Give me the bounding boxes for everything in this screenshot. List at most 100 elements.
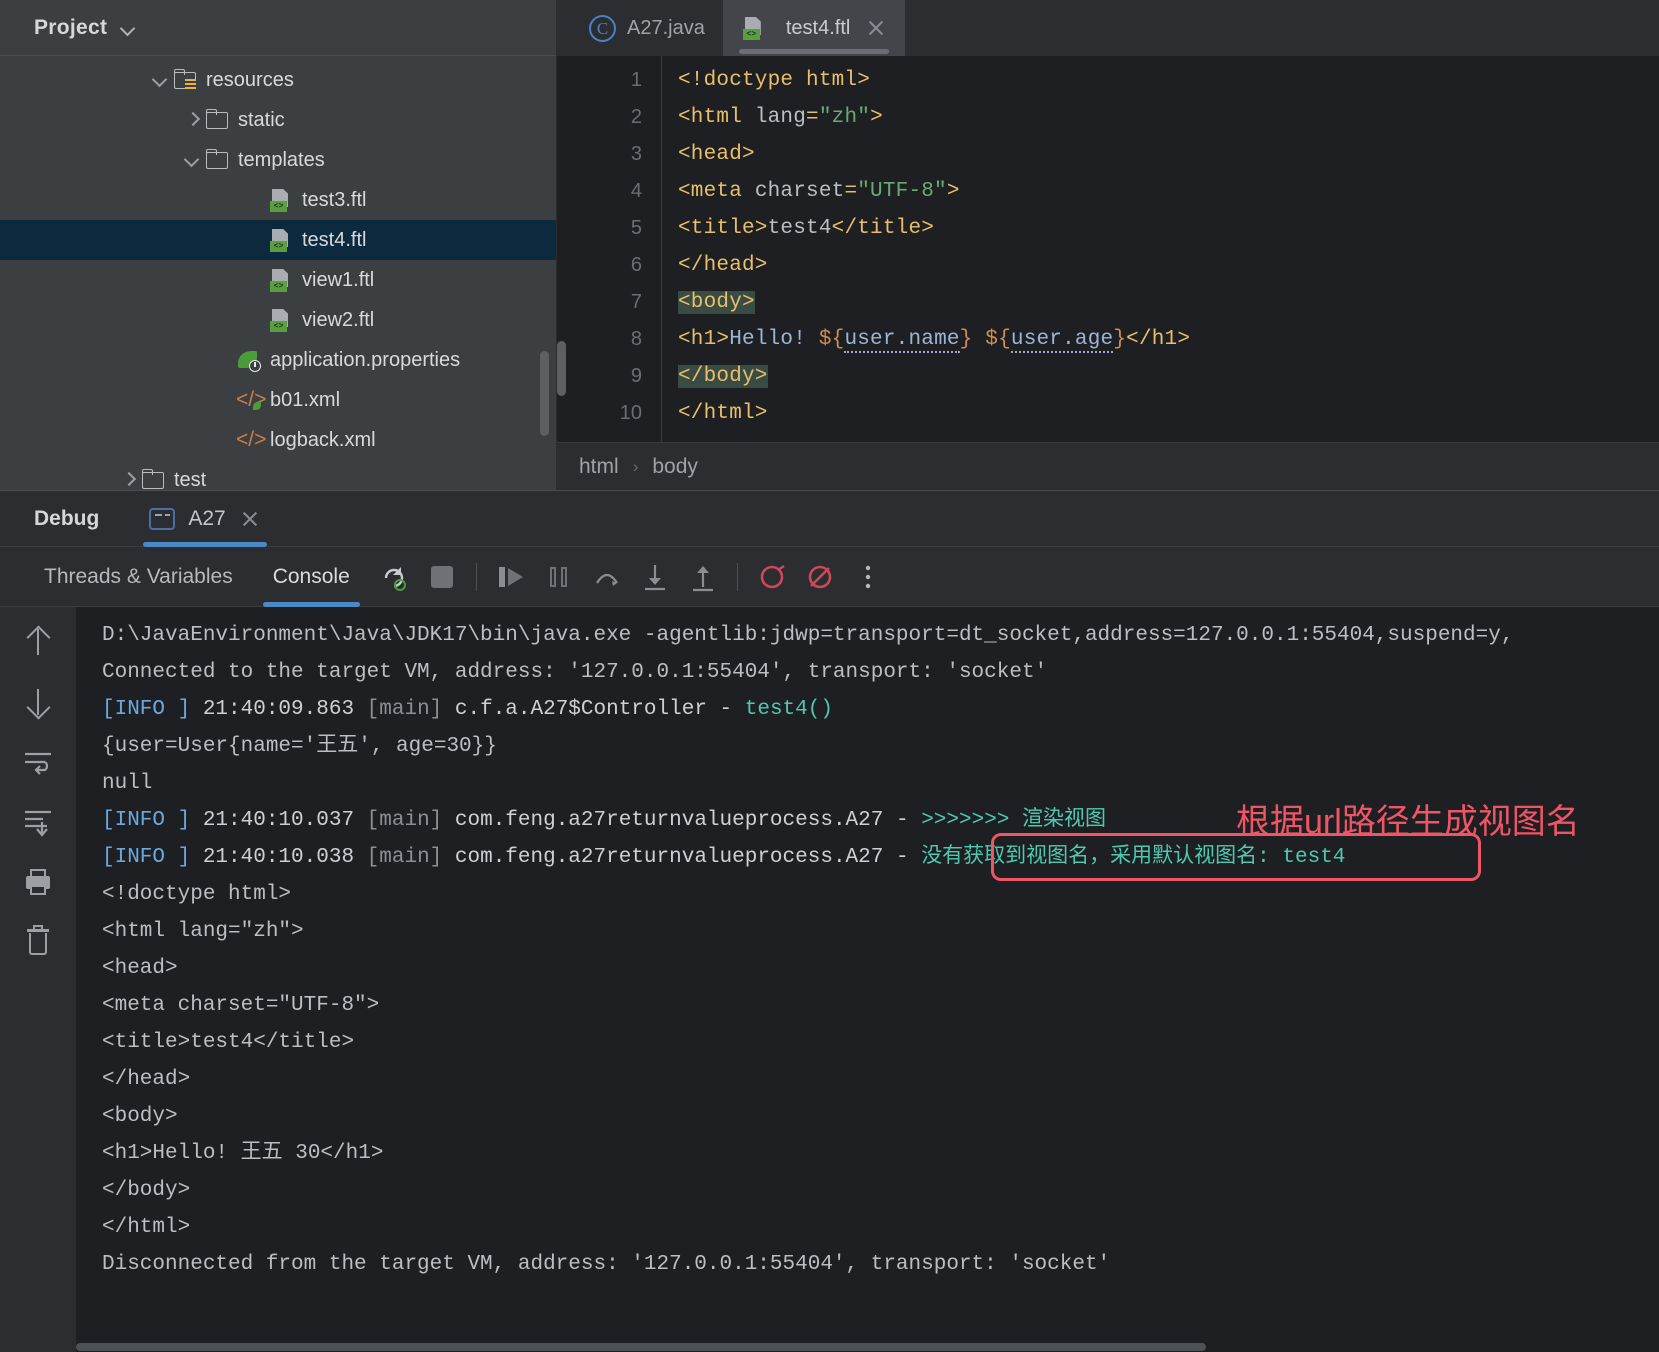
code-line: <head> [678, 143, 755, 166]
soft-wrap-icon[interactable] [21, 745, 55, 779]
breadcrumb-item-body[interactable]: body [652, 455, 698, 479]
tab-console[interactable]: Console [253, 547, 370, 607]
tree-item-static[interactable]: static [0, 100, 556, 140]
project-title: Project [34, 15, 108, 39]
tree-item-resources[interactable]: resources [0, 60, 556, 100]
spring-xml-icon: </> [236, 388, 267, 411]
line-number: 8 [630, 328, 642, 350]
project-tree-scrollbar[interactable] [540, 351, 549, 436]
chevron-down-icon[interactable] [121, 23, 137, 33]
editor-tab-a27-java[interactable]: C A27.java [571, 0, 723, 56]
ftl-file-icon: <> [268, 267, 294, 293]
chevron-down-icon[interactable] [150, 69, 172, 91]
console-log-time: 21:40:09.863 [190, 698, 367, 721]
breadcrumb-item-html[interactable]: html [579, 455, 619, 479]
editor-tab-test4-ftl[interactable]: <> test4.ftl [722, 0, 906, 56]
tree-item-label: resources [206, 68, 294, 91]
line-number: 4 [630, 180, 642, 202]
console-log-logger: com.feng.a27returnvalueprocess.A27 [442, 846, 896, 869]
console-horizontal-scrollbar[interactable] [76, 1342, 1659, 1352]
close-icon[interactable] [239, 508, 261, 530]
debug-session-tab-a27[interactable]: A27 [139, 491, 270, 547]
debug-header: Debug A27 [0, 491, 1659, 547]
java-class-icon: C [589, 14, 616, 42]
line-number: 9 [630, 365, 642, 387]
folder-icon [204, 107, 230, 133]
project-header[interactable]: Project [0, 0, 556, 56]
tree-item-test[interactable]: test [0, 460, 556, 490]
chevron-down-icon[interactable] [182, 149, 204, 171]
project-tree[interactable]: resources static templates <> test3.ftl <> tes… [0, 56, 556, 490]
code-line: <!doctype html> [678, 69, 871, 92]
console-log-logger: com.feng.a27returnvalueprocess.A27 [442, 809, 896, 832]
tree-item-view1-ftl[interactable]: <> view1.ftl [0, 260, 556, 300]
step-into-icon[interactable] [631, 547, 679, 607]
console-output[interactable]: D:\JavaEnvironment\Java\JDK17\bin\java.e… [76, 607, 1659, 1352]
editor-tab-label: test4.ftl [785, 16, 851, 39]
ftl-file-icon: <> [268, 307, 294, 333]
view-breakpoints-icon[interactable] [748, 547, 796, 607]
console-line: <title>test4</title> [102, 1031, 355, 1054]
clear-all-icon[interactable] [21, 925, 55, 959]
code-content[interactable]: <!doctype html> <html lang="zh"> <head> <m… [662, 56, 1659, 442]
close-icon[interactable] [865, 17, 887, 39]
mute-breakpoints-icon[interactable] [796, 547, 844, 607]
breadcrumb[interactable]: html › body [557, 442, 1659, 490]
console-line: <h1>Hello! 王五 30</h1> [102, 1142, 384, 1165]
ftl-file-icon: <> [268, 227, 294, 253]
tree-item-templates[interactable]: templates [0, 140, 556, 180]
step-over-icon[interactable] [583, 547, 631, 607]
resume-icon[interactable] [487, 547, 535, 607]
editor-tab-label: A27.java [627, 16, 705, 39]
spring-properties-icon [236, 347, 262, 373]
folder-resources-icon [172, 67, 198, 93]
scroll-down-icon[interactable] [21, 685, 55, 719]
code-area[interactable]: 1 2 3 4 5 6 7 8 9 10 <!doctype html> <htm… [557, 56, 1659, 442]
tree-item-test3-ftl[interactable]: <> test3.ftl [0, 180, 556, 220]
editor-vertical-scrollbar[interactable] [557, 341, 566, 396]
breadcrumb-separator-icon: › [632, 456, 639, 476]
console-log-thread: [main] [366, 698, 443, 721]
code-line: <meta charset="UTF-8"> [678, 180, 960, 203]
ftl-file-icon: <> [268, 187, 294, 213]
more-options-icon[interactable] [844, 547, 892, 607]
console-log-message: test4() [744, 698, 833, 721]
console-side-toolbar [0, 607, 76, 1352]
line-number: 5 [630, 217, 642, 239]
print-icon[interactable] [21, 865, 55, 899]
line-number: 7 [630, 291, 642, 313]
console-line: {user=User{name='王五', age=30}} [102, 735, 497, 758]
debug-body: D:\JavaEnvironment\Java\JDK17\bin\java.e… [0, 607, 1659, 1352]
tree-item-test4-ftl[interactable]: <> test4.ftl [0, 220, 556, 260]
toolbar-separator [475, 562, 477, 591]
scroll-to-end-icon[interactable] [21, 805, 55, 839]
stop-icon[interactable] [418, 547, 466, 607]
code-line: <h1>Hello! ${user.name} ${user.age}</h1> [678, 328, 1191, 353]
folder-icon [204, 147, 230, 173]
debug-toolbar: Threads & Variables Console [0, 547, 1659, 607]
code-line: <html lang="zh"> [678, 106, 883, 129]
rerun-icon[interactable] [370, 547, 418, 607]
editor-panel: C A27.java <> test4.ftl 1 2 3 4 5 6 7 8 [557, 0, 1659, 490]
chevron-right-icon[interactable] [182, 109, 204, 131]
annotation-text: 根据url路径生成视图名 [1236, 803, 1580, 841]
console-log-level: [INFO ] [102, 846, 191, 869]
tree-item-view2-ftl[interactable]: <> view2.ftl [0, 300, 556, 340]
pause-icon[interactable] [535, 547, 583, 607]
tree-item-logback-xml[interactable]: </> logback.xml [0, 420, 556, 460]
tab-threads-and-variables[interactable]: Threads & Variables [24, 547, 253, 607]
chevron-right-icon[interactable] [118, 469, 140, 490]
console-line: D:\JavaEnvironment\Java\JDK17\bin\java.e… [102, 624, 1514, 647]
tree-item-b01-xml[interactable]: </> b01.xml [0, 380, 556, 420]
xml-icon: </> [236, 428, 267, 451]
tree-item-label: view2.ftl [302, 308, 375, 331]
step-out-icon[interactable] [679, 547, 727, 607]
tree-item-application-properties[interactable]: application.properties [0, 340, 556, 380]
console-log-logger: c.f.a.A27$Controller [442, 698, 720, 721]
project-tool-window: Project resources static templates <> test3.… [0, 0, 557, 490]
console-log-dash: - [719, 698, 745, 721]
tree-item-label: view1.ftl [302, 268, 375, 291]
scroll-up-icon[interactable] [21, 625, 55, 659]
console-line: [INFO ] 21:40:09.863 [main] c.f.a.A27$Co… [102, 691, 1659, 728]
